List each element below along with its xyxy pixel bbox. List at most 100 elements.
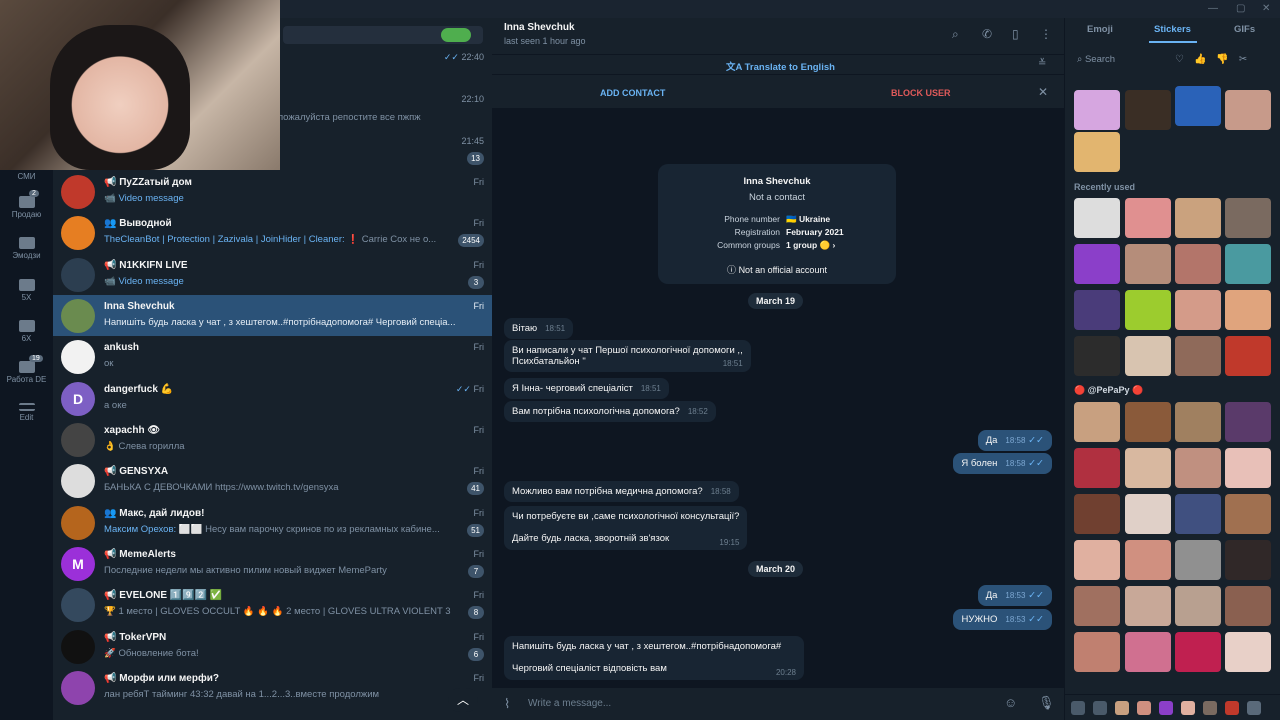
message-incoming[interactable]: Чи потребуєте ви ,саме психологічної кон… (504, 506, 748, 550)
sticker[interactable] (1225, 586, 1271, 626)
sticker[interactable] (1225, 290, 1271, 330)
pack-icon[interactable] (1225, 701, 1239, 715)
sticker[interactable] (1125, 448, 1171, 488)
translate-button[interactable]: 文A Translate to English (726, 59, 835, 73)
folder-edit[interactable]: Edit (0, 403, 53, 422)
chat-row[interactable]: 📢 EVELONE 1️⃣9️⃣2️⃣ ✅ 🏆 1 место | GLOVES… (53, 584, 492, 625)
search-icon[interactable]: ⌕ (952, 27, 959, 42)
block-user-button[interactable]: BLOCK USER (891, 88, 951, 98)
sticker[interactable] (1125, 244, 1171, 284)
sticker[interactable] (1175, 336, 1221, 376)
sticker[interactable] (1074, 632, 1120, 672)
chat-row[interactable]: xapachh 👁 👌 Слева горилла Fri (53, 419, 492, 460)
message-outgoing[interactable]: Да 18:58 ✓✓ (977, 430, 1052, 451)
sticker[interactable] (1125, 336, 1171, 376)
sticker[interactable] (1175, 586, 1221, 626)
pack-icon[interactable] (1181, 701, 1195, 715)
sticker[interactable] (1074, 132, 1120, 172)
chat-header[interactable]: Inna Shevchuk last seen 1 hour ago ⌕ ✆ ▯… (492, 18, 1064, 54)
sticker[interactable] (1225, 448, 1271, 488)
chat-row[interactable]: ankush ок Fri (53, 336, 492, 377)
folder-5x[interactable]: 5X (0, 279, 53, 302)
sticker[interactable] (1125, 402, 1171, 442)
sticker[interactable] (1125, 90, 1171, 130)
sticker[interactable] (1175, 244, 1221, 284)
message-input[interactable]: Write a message... (528, 698, 611, 709)
sticker[interactable] (1175, 290, 1221, 330)
chat-row[interactable]: 📢 N1KKIFN LIVE 📹 Video message Fri 3 (53, 254, 492, 295)
message-outgoing[interactable]: Я болен 18:58 ✓✓ (953, 453, 1052, 474)
message-incoming[interactable]: Вітаю 18:51 (504, 318, 574, 339)
sticker[interactable] (1175, 86, 1221, 126)
folder-rabota-de[interactable]: 19 Работа DE (0, 355, 53, 384)
close-window-icon[interactable]: ✕ (1262, 3, 1270, 14)
translate-settings-icon[interactable]: ≚ (1038, 58, 1046, 69)
sticker[interactable] (1125, 586, 1171, 626)
scroll-to-top-button[interactable]: ︿ (448, 688, 478, 712)
chat-row[interactable]: 📢 TokerVPN 🚀 Обновление бота! Fri 6 (53, 626, 492, 667)
folder-6x[interactable]: 6X (0, 320, 53, 343)
sticker-category-icons[interactable]: ♡👍👎✂ (1175, 54, 1257, 65)
microphone-icon[interactable]: 🎙 (1038, 695, 1055, 711)
tab-stickers[interactable]: Stickers (1154, 24, 1191, 35)
pack-icon[interactable] (1137, 701, 1151, 715)
sticker[interactable] (1074, 290, 1120, 330)
sticker[interactable] (1225, 494, 1271, 534)
sticker[interactable] (1175, 540, 1221, 580)
chat-row-selected[interactable]: Inna Shevchuk Напишіть будь ласка у чат … (53, 295, 492, 336)
pack-icon[interactable] (1247, 701, 1261, 715)
chat-row[interactable]: 👥 Макс, дай лидов! Максим Орехов: ⬜⬜ Нес… (53, 502, 492, 543)
sticker[interactable] (1175, 494, 1221, 534)
message-incoming[interactable]: Можливо вам потрібна медична допомога? 18… (504, 481, 739, 502)
attach-icon[interactable]: ⌇ (504, 696, 510, 712)
sticker[interactable] (1225, 336, 1271, 376)
chat-row[interactable]: D dangerfuck 💪 а оке ✓✓ Fri (53, 378, 492, 419)
folder-emoji[interactable]: Эмодзи (0, 237, 53, 260)
sticker[interactable] (1175, 448, 1221, 488)
sticker[interactable] (1074, 494, 1120, 534)
message-outgoing[interactable]: Да 18:53 ✓✓ (977, 585, 1052, 606)
sticker[interactable] (1225, 402, 1271, 442)
chat-row[interactable]: 📢 Морфи или мерфи? лан ребяТ тайминг 43:… (53, 667, 492, 708)
sidebar-toggle-icon[interactable]: ▯ (1012, 27, 1019, 41)
sticker-search[interactable]: ⌕ Search (1077, 54, 1115, 65)
folder-smi[interactable]: СМИ (0, 172, 53, 181)
sticker[interactable] (1175, 198, 1221, 238)
sticker[interactable] (1125, 494, 1171, 534)
sticker[interactable] (1074, 90, 1120, 130)
sticker[interactable] (1175, 632, 1221, 672)
emoji-icon[interactable]: ☺ (1004, 695, 1017, 710)
phone-icon[interactable]: ✆ (982, 27, 992, 41)
sticker[interactable] (1125, 198, 1171, 238)
sticker[interactable] (1074, 244, 1120, 284)
folder-prodayu[interactable]: 2 Продаю (0, 190, 53, 219)
settings-icon[interactable] (1071, 701, 1085, 715)
add-contact-button[interactable]: ADD CONTACT (600, 88, 665, 98)
sticker[interactable] (1225, 90, 1271, 130)
sticker[interactable] (1074, 198, 1120, 238)
sticker[interactable] (1125, 540, 1171, 580)
more-menu-icon[interactable]: ⋮ (1040, 27, 1052, 41)
sticker[interactable] (1225, 540, 1271, 580)
message-incoming[interactable]: Напишіть будь ласка у чат , з хештегом..… (504, 636, 804, 680)
sticker[interactable] (1225, 632, 1271, 672)
sticker[interactable] (1074, 586, 1120, 626)
tab-emoji[interactable]: Emoji (1087, 24, 1113, 35)
pack-icon[interactable] (1159, 701, 1173, 715)
pack-icon[interactable] (1115, 701, 1129, 715)
maximize-icon[interactable]: ▢ (1236, 3, 1245, 14)
message-incoming[interactable]: Вам потрібна психологічна допомога? 18:52 (504, 401, 716, 422)
tab-gifs[interactable]: GIFs (1234, 24, 1255, 35)
message-outgoing[interactable]: НУЖНО 18:53 ✓✓ (953, 609, 1052, 630)
search-bar[interactable] (283, 26, 483, 44)
sticker[interactable] (1074, 540, 1120, 580)
sticker[interactable] (1125, 290, 1171, 330)
sticker[interactable] (1074, 448, 1120, 488)
recent-icon[interactable] (1093, 701, 1107, 715)
pack-icon[interactable] (1203, 701, 1217, 715)
sticker[interactable] (1175, 402, 1221, 442)
sticker[interactable] (1074, 402, 1120, 442)
status-toggle-icon[interactable] (441, 28, 471, 42)
chat-row[interactable]: 👥 Выводной TheCleanBot | Protection | Za… (53, 212, 492, 253)
minimize-icon[interactable]: — (1208, 3, 1218, 14)
